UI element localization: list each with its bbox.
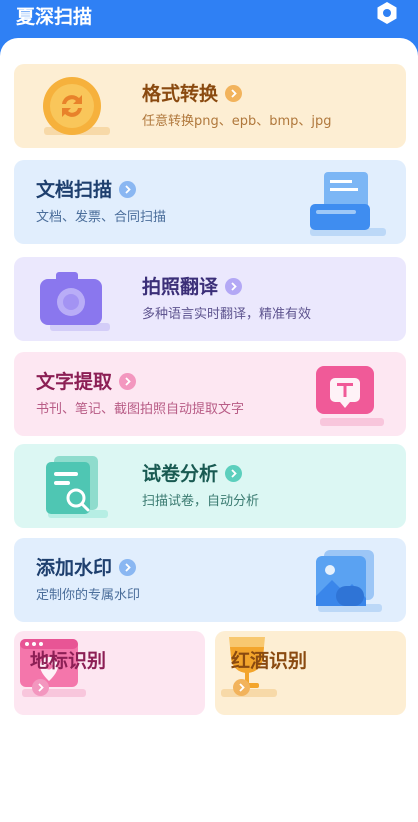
tile-landmark-recognition[interactable]: 地标识别 [14,631,205,715]
chevron-right-icon [32,679,49,696]
tile-title: 地标识别 [30,650,107,672]
chevron-right-icon [225,465,242,482]
card-add-watermark[interactable]: 添加水印 定制你的专属水印 [14,538,406,622]
app-title: 夏深扫描 [16,6,93,28]
chevron-right-icon [119,559,136,576]
settings-button[interactable] [374,0,400,26]
card-document-scan[interactable]: 文档扫描 文档、发票、合同扫描 [14,160,406,244]
chevron-right-icon [225,278,242,295]
card-photo-translate[interactable]: 拍照翻译 多种语言实时翻译，精准有效 [14,257,406,341]
exam-search-icon [46,456,108,518]
chevron-right-icon [119,181,136,198]
card-subtitle: 扫描试卷，自动分析 [142,494,260,509]
text-extract-icon [316,366,384,426]
main-sheet: 格式转换 任意转换png、epb、bmp、jpg 文档扫描 文档、发票、合同扫描 [0,38,418,822]
card-format-convert[interactable]: 格式转换 任意转换png、epb、bmp、jpg [14,64,406,148]
card-subtitle: 文档、发票、合同扫描 [36,210,167,225]
tile-wine-recognition[interactable]: 红酒识别 [215,631,406,715]
card-subtitle: 书刊、笔记、截图拍照自动提取文字 [36,402,245,417]
card-subtitle: 多种语言实时翻译，精准有效 [142,307,312,322]
card-title: 文字提取 [36,371,113,393]
card-subtitle: 定制你的专属水印 [36,588,141,603]
card-title: 拍照翻译 [142,276,219,298]
tile-title: 红酒识别 [231,650,308,672]
card-title: 文档扫描 [36,179,113,201]
card-title: 试卷分析 [142,463,219,485]
hexagon-gear-icon [377,2,397,24]
chevron-right-icon [233,679,250,696]
card-subtitle: 任意转换png、epb、bmp、jpg [142,114,332,129]
chevron-right-icon [225,85,242,102]
card-title: 添加水印 [36,557,113,579]
card-title: 格式转换 [142,83,219,105]
chevron-right-icon [119,373,136,390]
watermark-image-icon [316,550,382,612]
card-text-extract[interactable]: 文字提取 书刊、笔记、截图拍照自动提取文字 [14,352,406,436]
card-exam-analysis[interactable]: 试卷分析 扫描试卷，自动分析 [14,444,406,528]
document-scanner-icon [310,172,386,236]
camera-icon [40,272,110,331]
refresh-coin-icon [43,77,110,135]
